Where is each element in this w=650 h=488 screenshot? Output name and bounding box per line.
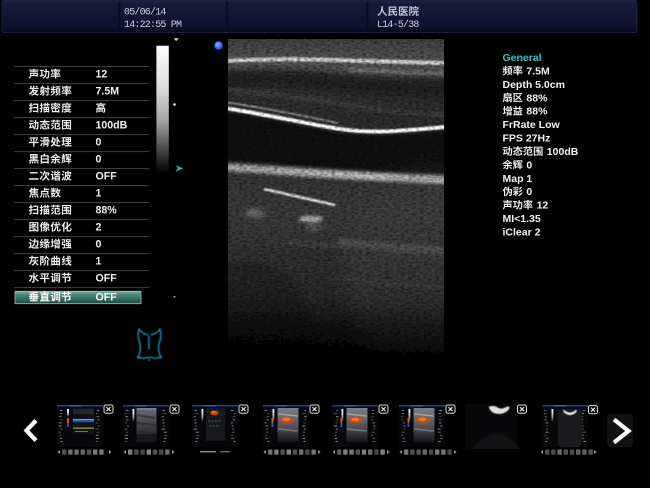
svg-text:14:22:55 PM: 14:22:55 PM bbox=[124, 20, 182, 31]
svg-text:7.5M: 7.5M bbox=[526, 65, 550, 77]
svg-text:FPS 27Hz: FPS 27Hz bbox=[503, 133, 551, 145]
svg-text:MI<1.35: MI<1.35 bbox=[503, 213, 541, 225]
svg-text:12: 12 bbox=[96, 69, 108, 81]
svg-text:2: 2 bbox=[96, 222, 102, 234]
svg-text:7.5M: 7.5M bbox=[96, 86, 120, 98]
svg-text:L14-5/38: L14-5/38 bbox=[377, 19, 419, 31]
svg-text:12: 12 bbox=[537, 200, 549, 212]
svg-text:0: 0 bbox=[96, 239, 102, 251]
svg-text:FrRate Low: FrRate Low bbox=[503, 119, 561, 131]
svg-text:0: 0 bbox=[526, 159, 532, 171]
svg-text:88%: 88% bbox=[96, 205, 118, 217]
svg-text:OFF: OFF bbox=[96, 273, 118, 285]
svg-text:1: 1 bbox=[96, 256, 102, 268]
svg-text:100dB: 100dB bbox=[96, 120, 128, 132]
svg-text:iClear 2: iClear 2 bbox=[503, 226, 541, 238]
svg-text:88%: 88% bbox=[526, 106, 548, 118]
svg-text:88%: 88% bbox=[526, 92, 548, 104]
svg-text:0: 0 bbox=[96, 154, 102, 166]
svg-text:1: 1 bbox=[96, 188, 102, 200]
svg-text:OFF: OFF bbox=[96, 292, 118, 304]
svg-text:OFF: OFF bbox=[96, 171, 118, 183]
svg-text:05/06/14: 05/06/14 bbox=[124, 6, 166, 18]
svg-text:0: 0 bbox=[96, 137, 102, 149]
svg-text:0: 0 bbox=[526, 186, 532, 198]
svg-text:General: General bbox=[503, 52, 542, 64]
svg-text:100dB: 100dB bbox=[547, 146, 579, 158]
svg-text:Depth 5.0cm: Depth 5.0cm bbox=[503, 79, 565, 91]
svg-text:Map 1: Map 1 bbox=[503, 173, 533, 185]
